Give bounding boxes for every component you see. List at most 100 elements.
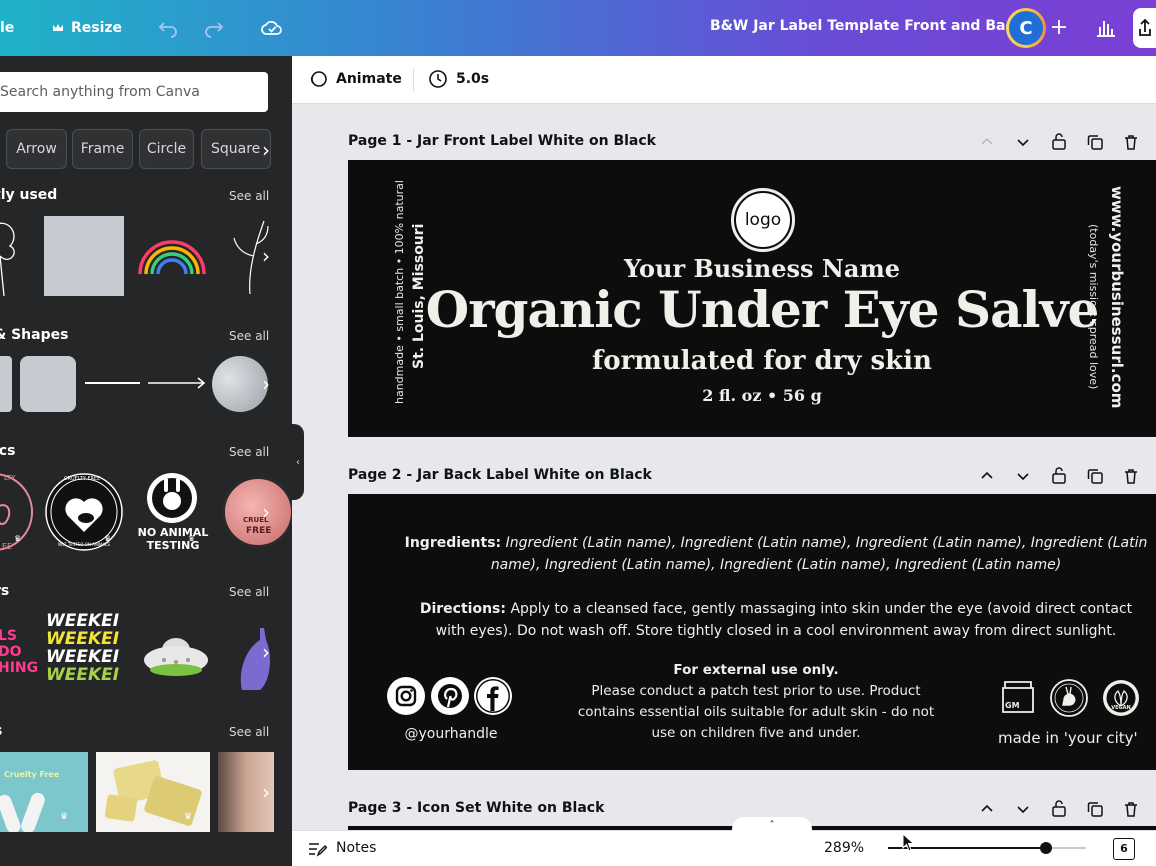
add-collaborator-icon[interactable]: + — [1047, 14, 1071, 42]
flower-line-art[interactable] — [0, 216, 28, 296]
page-1-title[interactable]: Page 1 - Jar Front Label White on Black — [348, 133, 656, 149]
weekend-sticker[interactable]: WEEKEI WEEKEI WEEKEI WEEKEI — [46, 612, 126, 692]
bunny-ear-left — [0, 792, 23, 832]
section-title-recently-used: tly used — [0, 187, 58, 203]
trash-icon[interactable] — [1122, 467, 1140, 485]
product-name[interactable]: Organic Under Eye Salve — [348, 280, 1156, 339]
rainbow-graphic[interactable] — [136, 234, 208, 276]
duplicate-page-icon[interactable] — [1086, 133, 1104, 151]
ingredients-text[interactable]: Ingredients: Ingredient (Latin name), In… — [376, 532, 1156, 576]
notes-icon[interactable] — [307, 840, 327, 858]
cruelty-free-badge-icon[interactable] — [1049, 678, 1089, 718]
trash-icon[interactable] — [1122, 133, 1140, 151]
social-handle[interactable]: @yourhandle — [387, 726, 515, 742]
lock-icon[interactable] — [1050, 799, 1068, 817]
see-all-recently-used[interactable]: See all — [229, 189, 269, 203]
weekend-line-1: WEEKEI — [46, 612, 120, 631]
left-vertical-location[interactable]: St. Louis, Missouri — [411, 224, 427, 369]
zoom-percentage[interactable]: 289% — [824, 840, 864, 856]
file-menu[interactable]: le — [0, 0, 14, 56]
bunny-badge[interactable] — [144, 470, 200, 526]
insights-button[interactable] — [1088, 10, 1124, 46]
heart-badge-top-text: CRUELTY FREE — [64, 476, 101, 482]
move-up-icon[interactable] — [978, 800, 996, 818]
document-title[interactable]: B&W Jar Label Template Front and Back — [710, 18, 1023, 34]
move-down-icon[interactable] — [1014, 467, 1032, 485]
chevron-up-icon: ˄ — [769, 820, 775, 831]
directions-text[interactable]: Directions: Apply to a cleansed face, ge… — [376, 598, 1156, 642]
heart-badge-bottom-text: NOT TESTED ON ANIMALS — [58, 542, 110, 547]
shape-partial[interactable] — [0, 356, 12, 412]
cruelty-free-photo[interactable]: Cruelty Free ♛ — [0, 752, 88, 832]
duration-button[interactable]: 5.0s — [428, 56, 489, 102]
duplicate-page-icon[interactable] — [1086, 467, 1104, 485]
see-all-shapes[interactable]: See all — [229, 329, 269, 343]
trash-icon[interactable] — [1122, 800, 1140, 818]
formula-text[interactable]: formulated for dry skin — [348, 346, 1156, 376]
facebook-icon[interactable] — [474, 677, 512, 715]
line-shape[interactable] — [85, 382, 140, 384]
pinterest-icon[interactable] — [431, 677, 469, 715]
size-text[interactable]: 2 fl. oz • 56 g — [348, 386, 1156, 405]
weekend-line-2: WEEKEI — [46, 629, 120, 649]
avatar[interactable]: C — [1006, 8, 1046, 48]
logo-circle[interactable]: logo — [731, 188, 795, 252]
chip-frame[interactable]: Frame — [72, 129, 133, 169]
shea-butter-photo[interactable]: ♛ — [96, 752, 210, 832]
gm-free-jar-icon[interactable] — [999, 678, 1037, 716]
resize-button[interactable]: Resize — [52, 0, 122, 56]
see-all-graphics[interactable]: See all — [229, 445, 269, 459]
ufo-sticker[interactable] — [142, 626, 210, 682]
chevron-right-icon[interactable]: › — [256, 780, 276, 804]
page-3-title[interactable]: Page 3 - Icon Set White on Black — [348, 800, 604, 816]
duplicate-page-icon[interactable] — [1086, 800, 1104, 818]
chevron-right-icon[interactable]: › — [256, 244, 276, 268]
cloud-saved-icon[interactable] — [260, 16, 284, 40]
directions-line-1: Directions: Apply to a cleansed face, ge… — [376, 598, 1156, 620]
crown-icon — [53, 24, 63, 31]
see-all-stickers[interactable]: See all — [229, 585, 269, 599]
chip-circle[interactable]: Circle — [139, 129, 194, 169]
chevron-right-icon[interactable]: › — [256, 500, 276, 524]
warning-text[interactable]: For external use only. Please conduct a … — [566, 660, 946, 744]
move-down-icon[interactable] — [1014, 133, 1032, 151]
lock-icon[interactable] — [1050, 132, 1068, 150]
show-pages-button[interactable]: ˄ — [732, 817, 812, 833]
rounded-square-shape[interactable] — [20, 356, 76, 412]
made-in-text[interactable]: made in 'your city' — [998, 729, 1138, 747]
lock-icon[interactable] — [1050, 466, 1068, 484]
right-vertical-url[interactable]: www.yourbusinessurl.com — [1108, 186, 1126, 408]
move-up-icon[interactable] — [978, 467, 996, 485]
instagram-glyph — [395, 685, 417, 707]
move-down-icon[interactable] — [1014, 800, 1032, 818]
notes-label[interactable]: Notes — [336, 840, 376, 856]
page-2-title[interactable]: Page 2 - Jar Back Label White on Black — [348, 467, 652, 483]
patch-line-3: use on children five and under. — [651, 725, 861, 741]
business-name[interactable]: Your Business Name — [348, 254, 1156, 283]
vegan-badge-icon[interactable] — [1101, 678, 1141, 718]
chevron-right-icon[interactable]: › — [256, 640, 276, 664]
arrow-line-shape[interactable] — [148, 377, 206, 389]
ingredients-line-2: name), Ingredient (Latin name), Ingredie… — [490, 557, 1062, 573]
animate-button[interactable]: Animate — [308, 56, 402, 102]
undo-icon[interactable] — [156, 16, 180, 40]
chip-arrow[interactable]: Arrow — [6, 129, 67, 169]
instagram-icon[interactable] — [387, 677, 425, 715]
page-count-button[interactable]: 6 — [1113, 838, 1135, 860]
see-all-photos[interactable]: See all — [229, 725, 269, 739]
pink-sticker-text[interactable]: LS DO HING — [0, 628, 38, 676]
back-label-page[interactable]: Ingredients: Ingredient (Latin name), In… — [348, 494, 1156, 770]
chevron-right-icon[interactable]: › — [256, 372, 276, 396]
search-input[interactable]: Search anything from Canva — [0, 72, 268, 112]
chevron-right-icon[interactable]: › — [256, 138, 276, 162]
butter-chunk — [143, 775, 203, 827]
right-vertical-mission[interactable]: (today's mission: spread love) — [1087, 224, 1100, 389]
collapse-panel-button[interactable]: ‹ — [292, 424, 304, 500]
file-menu-label: le — [0, 20, 15, 36]
left-vertical-tagline[interactable]: handmade • small batch • 100% natural — [393, 180, 406, 404]
gray-square-thumb[interactable] — [44, 216, 124, 296]
share-button[interactable] — [1133, 8, 1156, 48]
front-label-page[interactable]: logo Your Business Name Organic Under Ey… — [348, 160, 1156, 437]
redo-icon[interactable] — [202, 16, 226, 40]
move-up-icon[interactable] — [978, 133, 996, 151]
